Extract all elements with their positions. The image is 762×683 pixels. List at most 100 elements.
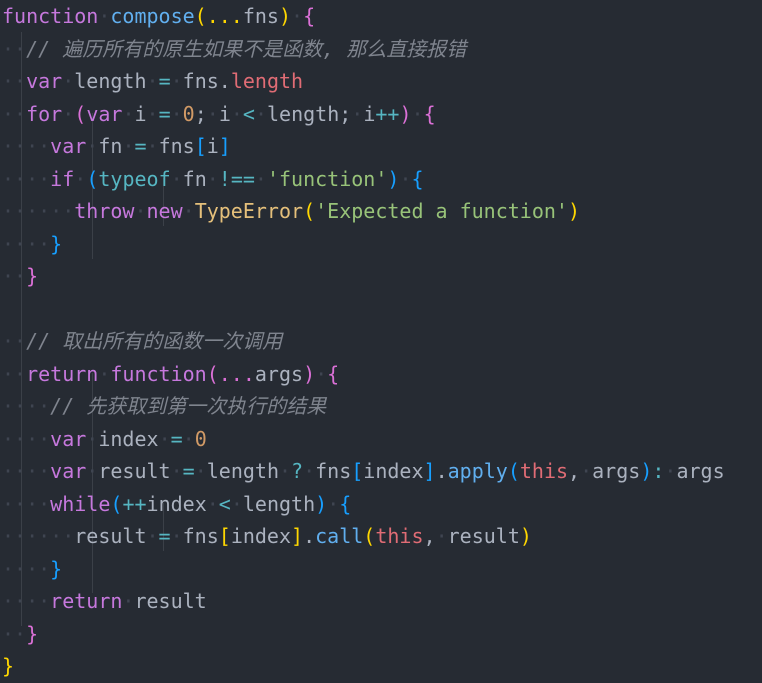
whitespace-dot: ···· [2, 556, 51, 581]
code-line-12[interactable]: ··return·function(...args)·{ [0, 358, 762, 391]
bracket-close-paren-l3: ) [387, 166, 400, 191]
token-string-function: 'function' [266, 166, 388, 191]
whitespace-dot: ···· [2, 459, 51, 483]
bracket-open-brace-l3: { [339, 491, 352, 516]
code-line-15[interactable]: ····var·result·=·length·?·fns[index].app… [0, 455, 762, 488]
token-operator-assign: = [170, 426, 183, 451]
token-variable-index: index [363, 459, 424, 483]
whitespace-dot: ···· [2, 394, 51, 418]
whitespace-dot: · [182, 199, 195, 223]
code-line-11[interactable]: ··// 取出所有的函数一次调用 [0, 325, 762, 358]
token-operator-increment: ++ [375, 101, 400, 126]
bracket-close-brace-l3: } [50, 556, 63, 581]
token-variable-result: result [98, 459, 171, 483]
token-method-apply: apply [447, 459, 508, 483]
whitespace-dot: · [254, 166, 267, 191]
whitespace-dot: · [98, 4, 111, 28]
token-keyword-throw: throw [74, 199, 135, 223]
bracket-open-paren-l3: ( [110, 491, 123, 516]
code-line-21[interactable]: } [0, 650, 762, 683]
code-line-10-blank[interactable] [0, 293, 762, 326]
bracket-close-paren-l2: ) [303, 361, 316, 386]
whitespace-dot: · [580, 459, 593, 483]
bracket-close-paren-l2: ) [399, 101, 412, 126]
token-method-call: call [315, 524, 364, 548]
code-line-3[interactable]: ··var·length·=·fns.length [0, 65, 762, 98]
whitespace-dot: · [230, 101, 243, 126]
code-line-6[interactable]: ····if·(typeof·fn·!==·'function')·{ [0, 163, 762, 196]
code-editor-surface[interactable]: function·compose(...fns)·{ ··// 遍历所有的原生如… [0, 0, 762, 678]
token-keyword-this: this [375, 524, 424, 548]
whitespace-dot: ·· [2, 621, 27, 646]
code-line-7[interactable]: ······throw·new·TypeError('Expected a fu… [0, 195, 762, 228]
whitespace-dot: · [146, 101, 159, 126]
code-line-1[interactable]: function·compose(...fns)·{ [0, 0, 762, 33]
whitespace-dot: ·· [2, 361, 27, 386]
token-keyword-var: var [86, 101, 123, 126]
whitespace-dot: · [146, 134, 159, 158]
whitespace-dot: · [62, 69, 75, 93]
code-line-16[interactable]: ····while(++index·<·length)·{ [0, 488, 762, 521]
token-param-fns: fns [242, 4, 279, 28]
code-line-18[interactable]: ····} [0, 553, 762, 586]
bracket-close-paren-l3: ) [640, 459, 653, 483]
bracket-open-paren-l2: ( [206, 361, 219, 386]
code-line-4[interactable]: ··for·(var·i·=·0;·i·<·length;·i++)·{ [0, 98, 762, 131]
token-variable-index: index [98, 426, 159, 451]
whitespace-dot: · [122, 589, 135, 613]
whitespace-dot: · [327, 491, 340, 516]
whitespace-dot: · [86, 459, 99, 483]
whitespace-dot: ···· [2, 426, 51, 451]
code-line-14[interactable]: ····var·index·=·0 [0, 423, 762, 456]
token-keyword-return: return [50, 589, 123, 613]
whitespace-dot: · [158, 426, 171, 451]
token-operator-ternary-question: ? [291, 459, 304, 483]
token-keyword-var: var [50, 459, 87, 483]
whitespace-dot: ·· [2, 36, 27, 61]
bracket-open-paren-l1: ( [303, 199, 316, 223]
token-string-expected: 'Expected a function' [315, 199, 568, 223]
token-keyword-new: new [146, 199, 183, 223]
whitespace-dot: ······ [2, 199, 75, 223]
whitespace-dot: · [98, 361, 111, 386]
bracket-open-brace-l3: { [411, 166, 424, 191]
token-operator-assign: = [158, 69, 171, 93]
whitespace-dot: · [146, 524, 159, 548]
bracket-open-brace-l2: { [327, 361, 340, 386]
token-punctuation-dot: . [303, 524, 316, 548]
token-variable-i: i [218, 101, 231, 126]
code-line-19[interactable]: ····return·result [0, 585, 762, 618]
whitespace-dot: ···· [2, 491, 51, 516]
token-variable-index: index [146, 491, 207, 516]
whitespace-dot: · [206, 101, 219, 126]
bracket-close-brace-l2: } [26, 264, 39, 288]
token-variable-length: length [74, 69, 147, 93]
whitespace-dot: ···· [2, 589, 51, 613]
code-line-8[interactable]: ····} [0, 228, 762, 261]
token-keyword-var: var [50, 134, 87, 158]
token-keyword-for: for [26, 101, 63, 126]
token-variable-fn: fn [182, 166, 207, 191]
token-punctuation-dot: . [435, 459, 448, 483]
code-line-5[interactable]: ····var·fn·=·fns[i] [0, 130, 762, 163]
code-line-13[interactable]: ····// 先获取到第一次执行的结果 [0, 390, 762, 423]
whitespace-dot: ·· [2, 101, 27, 126]
code-line-20[interactable]: ··} [0, 618, 762, 651]
code-line-2[interactable]: ··// 遍历所有的原生如果不是函数, 那么直接报错 [0, 33, 762, 66]
token-keyword-return: return [26, 361, 99, 386]
token-operator-assign: = [182, 459, 195, 483]
token-operator-assign: = [158, 524, 171, 548]
bracket-close-paren-l1: ) [519, 524, 532, 548]
whitespace-dot: · [664, 459, 677, 483]
whitespace-dot: · [122, 101, 135, 126]
whitespace-dot: · [182, 426, 195, 451]
whitespace-dot: · [62, 101, 75, 126]
code-line-17[interactable]: ······result·=·fns[index].call(this,·res… [0, 520, 762, 553]
bracket-open-paren-l1: ( [194, 4, 207, 28]
token-param-args: args [254, 361, 304, 386]
token-operator-ternary-colon: : [652, 459, 665, 483]
token-class-typeerror: TypeError [194, 199, 304, 223]
code-line-9[interactable]: ··} [0, 260, 762, 293]
token-operator-typeof: typeof [98, 166, 171, 191]
token-spread-operator: ... [218, 361, 255, 386]
